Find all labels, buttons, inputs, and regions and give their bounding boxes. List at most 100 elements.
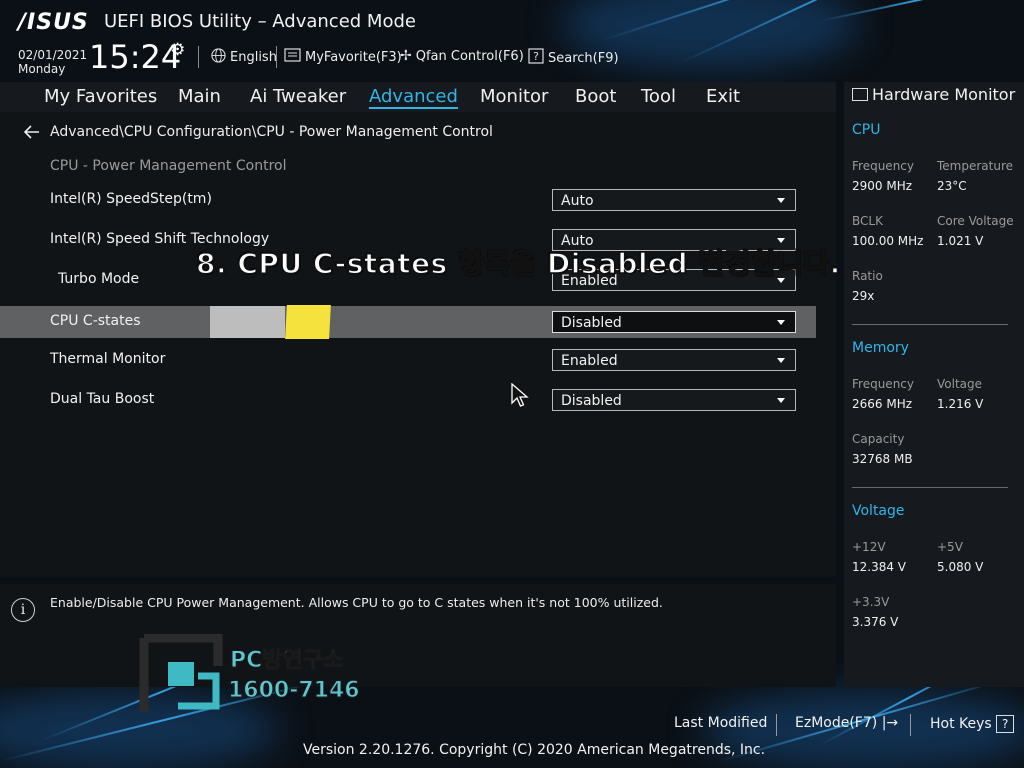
- setting-row-thermal-monitor[interactable]: Thermal Monitor Enabled: [0, 344, 816, 376]
- tab-exit[interactable]: Exit: [706, 86, 740, 107]
- divider: [852, 324, 1008, 325]
- favorite-list-icon: [284, 48, 301, 66]
- info-icon: i: [11, 598, 35, 622]
- back-arrow-icon[interactable]: [23, 124, 40, 143]
- language-label: English: [230, 50, 277, 65]
- bclk-label: BCLK: [852, 214, 883, 228]
- thermal-monitor-dropdown[interactable]: Enabled: [552, 349, 796, 371]
- mouse-cursor-icon: [511, 383, 529, 407]
- qfan-label: Qfan Control(F6): [415, 48, 524, 64]
- memory-voltage-label: Voltage: [937, 377, 983, 391]
- setting-row-dual-tau-boost[interactable]: Dual Tau Boost Disabled: [0, 384, 816, 416]
- dropdown-arrow-icon: [777, 320, 785, 325]
- ezmode-button[interactable]: EzMode(F7) |→: [795, 715, 898, 731]
- divider: [276, 46, 277, 68]
- setting-row-cpu-c-states[interactable]: CPU C-states Disabled: [0, 305, 816, 339]
- v12-label: +12V: [852, 540, 886, 554]
- clock: 15:24: [89, 38, 182, 76]
- highlight-mark-gray: [210, 306, 285, 338]
- hot-keys-label: Hot Keys: [930, 716, 992, 732]
- core-voltage-value: 1.021 V: [937, 234, 984, 248]
- v5-label: +5V: [937, 540, 963, 554]
- cpu-frequency-label: Frequency: [852, 159, 914, 173]
- tab-tool[interactable]: Tool: [641, 86, 676, 107]
- settings-panel: Advanced\CPU Configuration\CPU - Power M…: [0, 112, 836, 577]
- setting-label: Turbo Mode: [58, 271, 140, 287]
- divider: [776, 714, 777, 736]
- ratio-label: Ratio: [852, 269, 883, 283]
- setting-row-speedstep[interactable]: Intel(R) SpeedStep(tm) Auto: [0, 184, 816, 216]
- tab-my-favorites[interactable]: My Favorites: [44, 86, 157, 107]
- copyright-text: Version 2.20.1276. Copyright (C) 2020 Am…: [303, 742, 766, 758]
- dropdown-arrow-icon: [777, 398, 785, 403]
- ezmode-label: EzMode(F7): [795, 715, 878, 731]
- setting-label: CPU C-states: [50, 313, 141, 329]
- gear-icon[interactable]: ⚙: [170, 40, 185, 60]
- qfan-control-button[interactable]: ✢ Qfan Control(F6): [400, 48, 524, 64]
- divider: [910, 714, 911, 736]
- hardware-monitor-title: Hardware Monitor: [872, 85, 1016, 104]
- exit-arrow-icon: |→: [881, 715, 899, 731]
- search-button[interactable]: ? Search(F9): [528, 48, 619, 68]
- date-text: 02/01/2021: [18, 48, 88, 62]
- capacity-value: 32768 MB: [852, 452, 913, 466]
- cpu-c-states-dropdown[interactable]: Disabled: [552, 311, 796, 333]
- tab-monitor[interactable]: Monitor: [480, 86, 548, 107]
- cpu-temperature-value: 23°C: [937, 179, 967, 193]
- myfavorite-button[interactable]: MyFavorite(F3): [284, 48, 402, 66]
- watermark-name: PC방연구소: [229, 648, 344, 674]
- bclk-value: 100.00 MHz: [852, 234, 924, 248]
- dual-tau-boost-dropdown[interactable]: Disabled: [552, 389, 796, 411]
- dropdown-value: Disabled: [561, 393, 622, 409]
- capacity-label: Capacity: [852, 432, 905, 446]
- voltage-section-title: Voltage: [852, 503, 905, 519]
- date-display: 02/01/2021 Monday: [18, 48, 87, 76]
- fan-icon: ✢: [400, 48, 412, 64]
- hot-keys-button[interactable]: Hot Keys ?: [930, 715, 1015, 733]
- dropdown-value: Auto: [561, 193, 594, 209]
- main-menu-tabs: My Favorites Main Ai Tweaker Advanced Mo…: [0, 82, 836, 112]
- watermark-phone: 1600-7146: [228, 678, 361, 704]
- app-title: UEFI BIOS Utility – Advanced Mode: [104, 11, 416, 32]
- memory-voltage-value: 1.216 V: [937, 397, 984, 411]
- ratio-value: 29x: [852, 289, 875, 303]
- cpu-temperature-label: Temperature: [937, 159, 1014, 173]
- tab-main[interactable]: Main: [178, 86, 221, 107]
- question-icon: ?: [996, 715, 1015, 733]
- help-search-icon: ?: [528, 48, 544, 68]
- setting-label: Thermal Monitor: [50, 351, 166, 367]
- tab-advanced[interactable]: Advanced: [369, 86, 458, 109]
- divider: [198, 46, 199, 68]
- v33-value: 3.376 V: [852, 615, 899, 629]
- tutorial-caption: 8. CPU C-states 항목을 Disabled 변경합니다.: [195, 246, 841, 281]
- dropdown-arrow-icon: [777, 358, 785, 363]
- breadcrumb: Advanced\CPU Configuration\CPU - Power M…: [50, 124, 493, 140]
- memory-frequency-label: Frequency: [852, 377, 914, 391]
- language-button[interactable]: English: [211, 48, 277, 67]
- divider: [852, 487, 1008, 488]
- v33-label: +3.3V: [852, 595, 890, 609]
- section-title: CPU - Power Management Control: [50, 158, 287, 174]
- cpu-section-title: CPU: [852, 122, 881, 138]
- dropdown-value: Enabled: [561, 353, 618, 369]
- speedstep-dropdown[interactable]: Auto: [552, 189, 796, 211]
- dropdown-arrow-icon: [777, 198, 785, 203]
- asus-logo: /ISUS: [18, 10, 89, 35]
- highlight-mark-yellow: [285, 305, 331, 339]
- search-label: Search(F9): [548, 50, 619, 66]
- last-modified-button[interactable]: Last Modified: [674, 715, 767, 731]
- setting-label: Intel(R) SpeedStep(tm): [50, 191, 212, 207]
- tab-ai-tweaker[interactable]: Ai Tweaker: [250, 86, 346, 107]
- help-panel: i Enable/Disable CPU Power Management. A…: [0, 584, 836, 687]
- v12-value: 12.384 V: [852, 560, 907, 574]
- memory-frequency-value: 2666 MHz: [852, 397, 913, 411]
- v5-value: 5.080 V: [937, 560, 984, 574]
- header-bar: /ISUS UEFI BIOS Utility – Advanced Mode …: [0, 0, 1024, 82]
- memory-section-title: Memory: [852, 340, 909, 356]
- globe-icon: [211, 48, 226, 67]
- core-voltage-label: Core Voltage: [937, 214, 1014, 228]
- monitor-icon: [852, 88, 868, 101]
- tab-boot[interactable]: Boot: [575, 86, 616, 107]
- setting-label: Dual Tau Boost: [50, 391, 155, 407]
- help-text: Enable/Disable CPU Power Management. All…: [50, 595, 663, 610]
